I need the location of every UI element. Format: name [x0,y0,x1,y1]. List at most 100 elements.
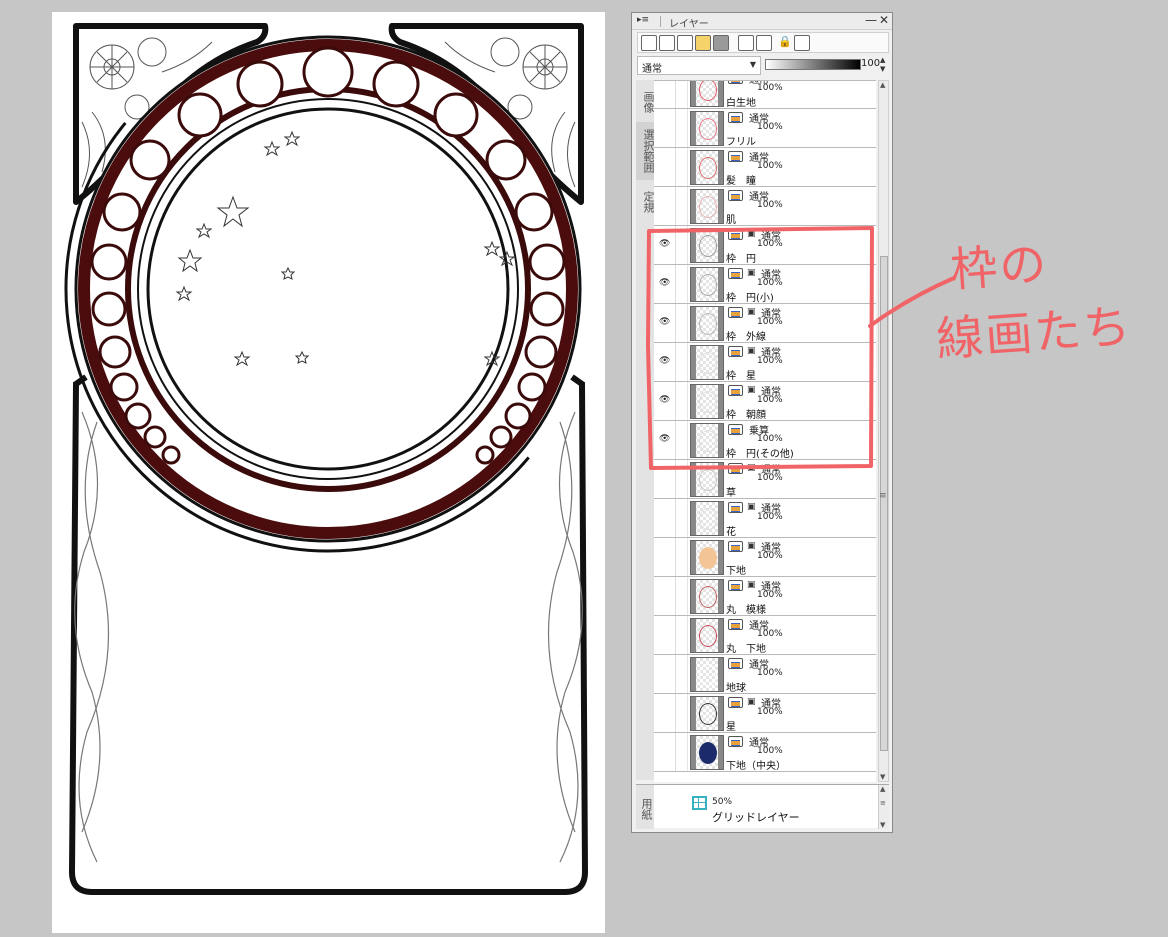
visibility-toggle[interactable] [654,499,676,537]
close-button[interactable]: ✕ [879,13,889,27]
layer-row[interactable]: 👁 ▣ 通常 100% 枠 外線 [654,304,876,343]
lock-toggle[interactable] [676,265,688,303]
raster-layer-icon [728,541,743,552]
thumbnail-preview [699,625,717,647]
scroll-down-icon[interactable]: ▼ [880,773,885,781]
opacity-slider[interactable] [765,59,861,70]
eye-icon: 👁 [659,434,671,444]
layer-thumbnail [690,657,724,692]
side-tab-image[interactable]: 画像 [636,84,655,120]
tab-layer[interactable]: レイヤー [669,15,709,30]
visibility-toggle[interactable] [654,616,676,654]
visibility-toggle[interactable] [654,694,676,732]
visibility-toggle[interactable] [654,655,676,693]
layer-row[interactable]: 通常 100% 丸 下地 [654,616,876,655]
lock-toggle[interactable] [676,577,688,615]
lock-icon[interactable]: 🔒 [778,35,794,51]
visibility-toggle[interactable] [654,538,676,576]
visibility-toggle[interactable] [654,187,676,225]
folder-icon[interactable] [695,35,711,51]
thumbnail-preview [699,547,717,569]
paper-scrollbar[interactable]: ▲ ≡ ▼ [878,785,889,829]
lock-toggle[interactable] [676,109,688,147]
layer-row[interactable]: 通常 100% 地球 [654,655,876,694]
layer-row[interactable]: ▣ 通常 100% 花 [654,499,876,538]
layer-row[interactable]: ▣ 通常 100% 下地 [654,538,876,577]
thumbnail-preview [699,703,717,725]
visibility-toggle[interactable]: 👁 [654,343,676,381]
layer-row[interactable]: 通常 100% 髪 瞳 [654,148,876,187]
visibility-toggle[interactable]: 👁 [654,265,676,303]
lock-toggle[interactable] [676,343,688,381]
layer-row[interactable]: 👁 ▣ 通常 100% 枠 星 [654,343,876,382]
side-tab-ruler[interactable]: 定規 [636,184,655,220]
lock-toggle[interactable] [676,616,688,654]
visibility-toggle[interactable] [654,577,676,615]
thumbnail-preview [699,235,717,257]
visibility-toggle[interactable] [654,148,676,186]
new-layer-folder-icon[interactable] [677,35,693,51]
panel-menu-icon[interactable]: ▸≡ [637,15,649,25]
raster-layer-icon [728,190,743,201]
paper-layer[interactable]: 用紙 50% グリッドレイヤー ▲ ≡ ▼ [636,784,889,829]
layer-row[interactable]: 👁 ▣ 通常 100% 枠 円 [654,226,876,265]
layer-list[interactable]: 通常 100% 白生地 通常 100% フリル 通常 100% 髪 瞳通常 100% 肌 👁 ▣ 通常 10… [654,80,876,782]
layer-row[interactable]: 通常 100% 白生地 [654,81,876,109]
layer-name: 枠 朝顔 [726,410,766,421]
side-tab-selection[interactable]: 選択範囲 [636,122,655,180]
blend-mode-select[interactable]: 通常 ▼ [637,56,761,75]
lock-toggle[interactable] [676,304,688,342]
visibility-toggle[interactable] [654,460,676,498]
scroll-up-icon[interactable]: ▲ [880,785,885,793]
layer-row[interactable]: 👁 乗算 100% 枠 円(その他) [654,421,876,460]
visibility-toggle[interactable]: 👁 [654,304,676,342]
lock-toggle[interactable] [676,733,688,771]
opacity-value[interactable]: 100 [861,58,880,69]
layer-opacity: 100% [757,356,783,366]
drawing-canvas[interactable] [52,12,605,933]
lock-toggle[interactable] [676,382,688,420]
visibility-toggle[interactable]: 👁 [654,226,676,264]
layer-mask-icon[interactable] [738,35,754,51]
layer-row[interactable]: 👁 ▣ 通常 100% 枠 朝顔 [654,382,876,421]
eye-icon: 👁 [659,395,671,405]
lock-toggle[interactable] [676,148,688,186]
lock-toggle[interactable] [676,187,688,225]
layer-row[interactable]: ▣ 通常 100% 星 [654,694,876,733]
layer-opacity: 100% [757,200,783,210]
layer-row[interactable]: 通常 100% フリル [654,109,876,148]
layer-list-scrollbar[interactable]: ▲ ≡ ▼ [878,80,889,782]
lock-toggle[interactable] [676,226,688,264]
layer-row[interactable]: ▣ 通常 100% 草 [654,460,876,499]
lock-toggle[interactable] [676,81,688,108]
visibility-toggle[interactable]: 👁 [654,421,676,459]
reference-layer-icon[interactable] [794,35,810,51]
scroll-down-icon[interactable]: ▼ [880,821,885,829]
lock-toggle[interactable] [676,421,688,459]
visibility-toggle[interactable] [654,81,676,108]
apply-mask-icon[interactable] [756,35,772,51]
visibility-toggle[interactable]: 👁 [654,382,676,420]
reference-lock-icon: ▣ [747,268,756,278]
lock-toggle[interactable] [676,499,688,537]
layer-thumbnail [690,462,724,497]
scroll-up-icon[interactable]: ▲ [880,81,885,89]
layer-name: 草 [726,488,736,499]
new-raster-layer-icon[interactable] [641,35,657,51]
lock-toggle[interactable] [676,538,688,576]
layer-row[interactable]: ▣ 通常 100% 丸 模様 [654,577,876,616]
thumbnail-preview [699,430,717,452]
visibility-toggle[interactable] [654,733,676,771]
visibility-toggle[interactable] [654,109,676,147]
lock-toggle[interactable] [676,460,688,498]
layer-row[interactable]: 通常 100% 肌 [654,187,876,226]
trash-icon[interactable] [713,35,729,51]
opacity-spinner-icon[interactable]: ▲ ▼ [880,56,885,74]
minimize-button[interactable]: — [865,13,877,27]
layer-row[interactable]: 通常 100% 下地（中央） [654,733,876,772]
layer-thumbnail [690,306,724,341]
lock-toggle[interactable] [676,655,688,693]
new-vector-layer-icon[interactable] [659,35,675,51]
lock-toggle[interactable] [676,694,688,732]
layer-row[interactable]: 👁 ▣ 通常 100% 枠 円(小) [654,265,876,304]
